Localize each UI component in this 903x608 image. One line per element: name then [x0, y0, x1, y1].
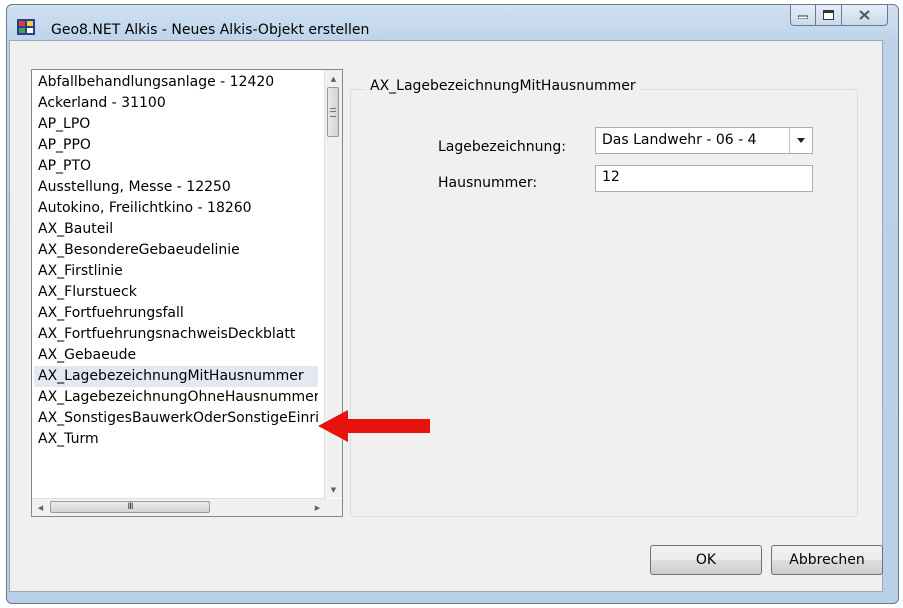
list-item[interactable]: AX_Fortfuehrungsfall [34, 303, 318, 324]
object-type-items: Abfallbehandlungsanlage - 12420 Ackerlan… [34, 72, 318, 450]
list-item[interactable]: AX_Firstlinie [34, 261, 318, 282]
close-button[interactable] [842, 5, 888, 26]
list-item[interactable]: AP_LPO [34, 114, 318, 135]
app-icon [17, 19, 35, 35]
list-item[interactable]: AX_Gebaeude [34, 345, 318, 366]
lagebezeichnung-combobox[interactable]: Das Landwehr - 06 - 4 [595, 127, 813, 154]
close-icon [859, 10, 870, 20]
group-title: AX_LagebezeichnungMitHausnummer [366, 78, 640, 94]
red-arrow-annotation [318, 410, 430, 442]
scroll-up-icon[interactable]: ▲ [325, 70, 342, 87]
hausnummer-input[interactable]: 12 [595, 165, 813, 192]
horizontal-scrollbar[interactable]: ◀ III ▶ [32, 498, 326, 516]
window-title: Geo8.NET Alkis - Neues Alkis-Objekt erst… [51, 22, 370, 38]
list-item[interactable]: AP_PPO [34, 135, 318, 156]
list-item[interactable]: AX_BesondereGebaeudelinie [34, 240, 318, 261]
dropdown-button[interactable] [789, 128, 812, 153]
list-item[interactable]: AX_FortfuehrungsnachweisDeckblatt [34, 324, 318, 345]
list-item[interactable]: AP_PTO [34, 156, 318, 177]
list-item[interactable]: Ausstellung, Messe - 12250 [34, 177, 318, 198]
list-item[interactable]: AX_LagebezeichnungOhneHausnummer [34, 387, 318, 408]
maximize-button[interactable] [816, 5, 842, 26]
list-item[interactable]: Abfallbehandlungsanlage - 12420 [34, 72, 318, 93]
scroll-right-icon[interactable]: ▶ [309, 499, 326, 516]
chevron-down-icon [797, 138, 805, 143]
list-item[interactable]: Autokino, Freilichtkino - 18260 [34, 198, 318, 219]
caption-buttons [790, 5, 888, 27]
lagebezeichnung-label: Lagebezeichnung: [438, 139, 567, 155]
hausnummer-label: Hausnummer: [438, 175, 538, 191]
minimize-icon [798, 15, 808, 19]
ok-button[interactable]: OK [650, 545, 762, 575]
list-item[interactable]: AX_SonstigesBauwerkOderSonstigeEinrichtu… [34, 408, 318, 429]
horizontal-scroll-thumb[interactable]: III [50, 501, 210, 513]
list-item[interactable]: Ackerland - 31100 [34, 93, 318, 114]
list-item[interactable]: AX_Turm [34, 429, 318, 450]
maximize-icon [823, 10, 834, 20]
dialog-client-area: Abfallbehandlungsanlage - 12420 Ackerlan… [9, 40, 883, 592]
scroll-left-icon[interactable]: ◀ [32, 499, 49, 516]
list-item-selected[interactable]: AX_LagebezeichnungMitHausnummer [34, 366, 318, 387]
cancel-button[interactable]: Abbrechen [771, 545, 883, 575]
list-item[interactable]: AX_Flurstueck [34, 282, 318, 303]
list-item[interactable]: AX_Bauteil [34, 219, 318, 240]
grip-icon [330, 107, 336, 117]
vertical-scroll-thumb[interactable] [327, 87, 339, 137]
scroll-down-icon[interactable]: ▼ [325, 481, 342, 498]
minimize-button[interactable] [790, 5, 816, 26]
scrollbar-corner [325, 499, 342, 516]
object-type-list[interactable]: Abfallbehandlungsanlage - 12420 Ackerlan… [31, 69, 343, 517]
lagebezeichnung-value: Das Landwehr - 06 - 4 [602, 132, 757, 148]
